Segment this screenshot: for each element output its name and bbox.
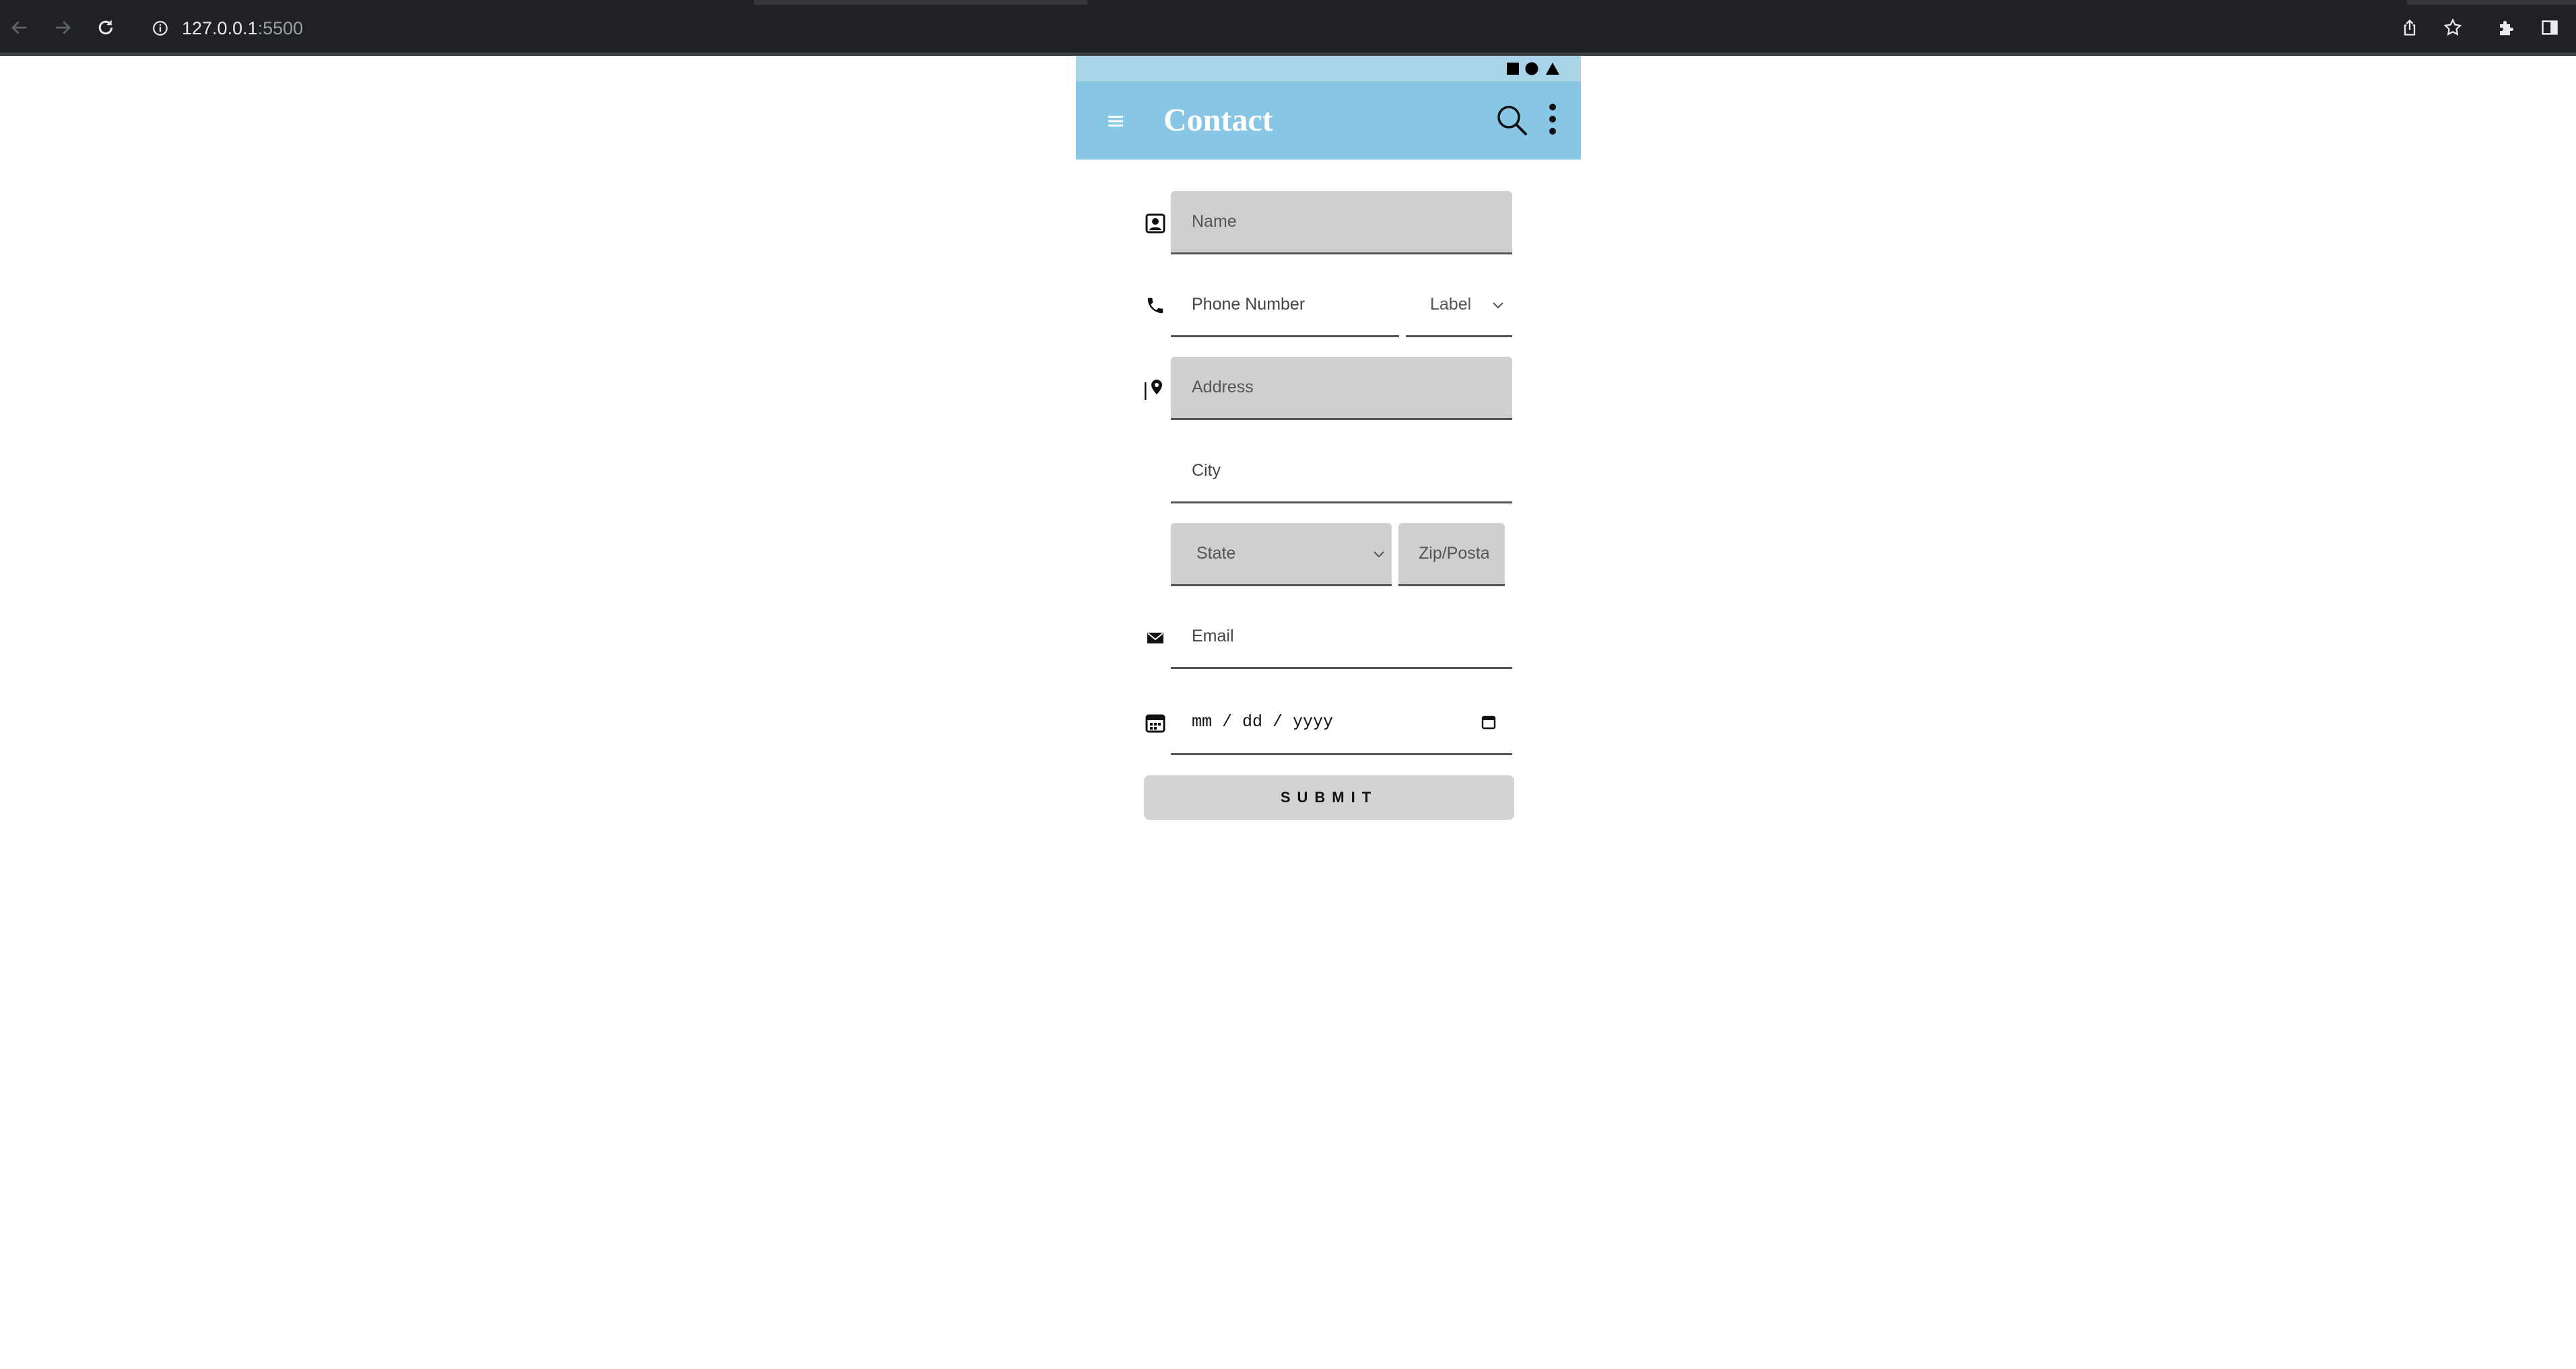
chevron-down-icon bbox=[1374, 551, 1384, 557]
url-host: 127.0.0.1 bbox=[182, 18, 258, 38]
zip-postal-placeholder: Zip/Postal bbox=[1419, 544, 1489, 563]
more-vert-icon bbox=[1549, 104, 1556, 135]
address-field[interactable]: Address bbox=[1171, 357, 1512, 420]
circle-icon bbox=[1525, 62, 1538, 75]
tab-strip bbox=[0, 0, 2576, 5]
date-value: mm / dd / yyyy bbox=[1192, 712, 1334, 732]
app-bar: Contact bbox=[1076, 81, 1581, 160]
name-field[interactable]: Name bbox=[1171, 191, 1512, 254]
share-button[interactable] bbox=[2394, 12, 2425, 43]
submit-button[interactable]: SUBMIT bbox=[1144, 775, 1514, 820]
name-placeholder: Name bbox=[1192, 212, 1237, 231]
share-icon bbox=[2404, 19, 2416, 36]
email-field[interactable]: Email bbox=[1171, 606, 1512, 669]
location-pin-icon bbox=[1143, 377, 1167, 401]
address-placeholder: Address bbox=[1192, 378, 1254, 396]
phone-label-text: Label bbox=[1430, 295, 1472, 314]
calendar-icon bbox=[1143, 711, 1167, 735]
browser-toolbar: 127.0.0.1:5500 bbox=[0, 0, 2576, 56]
more-options-button[interactable] bbox=[1539, 99, 1566, 142]
reload-icon bbox=[98, 20, 113, 35]
contact-card-icon bbox=[1143, 211, 1167, 236]
arrow-right-icon bbox=[56, 21, 71, 34]
phone-label-select[interactable]: Label bbox=[1406, 274, 1512, 337]
star-icon bbox=[2443, 18, 2462, 36]
email-placeholder: Email bbox=[1192, 627, 1234, 645]
info-icon[interactable] bbox=[151, 20, 169, 37]
menu-button[interactable] bbox=[1100, 106, 1131, 137]
tab-inactive[interactable] bbox=[1087, 0, 2407, 5]
search-icon bbox=[1497, 106, 1527, 135]
envelope-icon bbox=[1143, 626, 1167, 650]
side-panel-icon bbox=[2542, 20, 2558, 35]
reload-button[interactable] bbox=[90, 12, 121, 43]
phone-number-field[interactable]: Phone Number bbox=[1171, 274, 1399, 337]
search-button[interactable] bbox=[1493, 102, 1531, 139]
zip-postal-field[interactable]: Zip/Postal bbox=[1398, 523, 1505, 586]
page-title: Contact bbox=[1163, 102, 1273, 138]
tab-active[interactable] bbox=[0, 0, 754, 5]
phone-number-placeholder: Phone Number bbox=[1192, 295, 1306, 314]
arrow-left-icon bbox=[11, 21, 26, 34]
url-port: :5500 bbox=[257, 18, 304, 38]
state-select-text: State bbox=[1196, 544, 1236, 563]
url-text[interactable]: 127.0.0.1:5500 bbox=[182, 9, 303, 47]
side-panel-button[interactable] bbox=[2534, 12, 2565, 43]
hamburger-icon bbox=[1108, 116, 1123, 127]
triangle-icon bbox=[1546, 63, 1559, 75]
extensions-button[interactable] bbox=[2491, 12, 2522, 43]
back-button[interactable] bbox=[4, 12, 35, 43]
forward-button[interactable] bbox=[47, 12, 78, 43]
square-icon bbox=[1507, 63, 1519, 75]
city-field[interactable]: City bbox=[1171, 440, 1512, 503]
status-icons bbox=[1507, 62, 1559, 75]
date-field[interactable]: mm / dd / yyyy bbox=[1171, 691, 1512, 755]
status-bar bbox=[1076, 56, 1581, 81]
state-select[interactable]: State bbox=[1171, 523, 1392, 586]
bookmark-button[interactable] bbox=[2437, 12, 2468, 43]
phone-icon bbox=[1143, 293, 1167, 318]
chevron-down-icon bbox=[1493, 302, 1503, 308]
city-placeholder: City bbox=[1192, 461, 1221, 480]
calendar-picker-icon[interactable] bbox=[1481, 714, 1497, 730]
puzzle-icon bbox=[2500, 21, 2513, 36]
address-bar[interactable]: 127.0.0.1:5500 bbox=[138, 9, 2384, 47]
